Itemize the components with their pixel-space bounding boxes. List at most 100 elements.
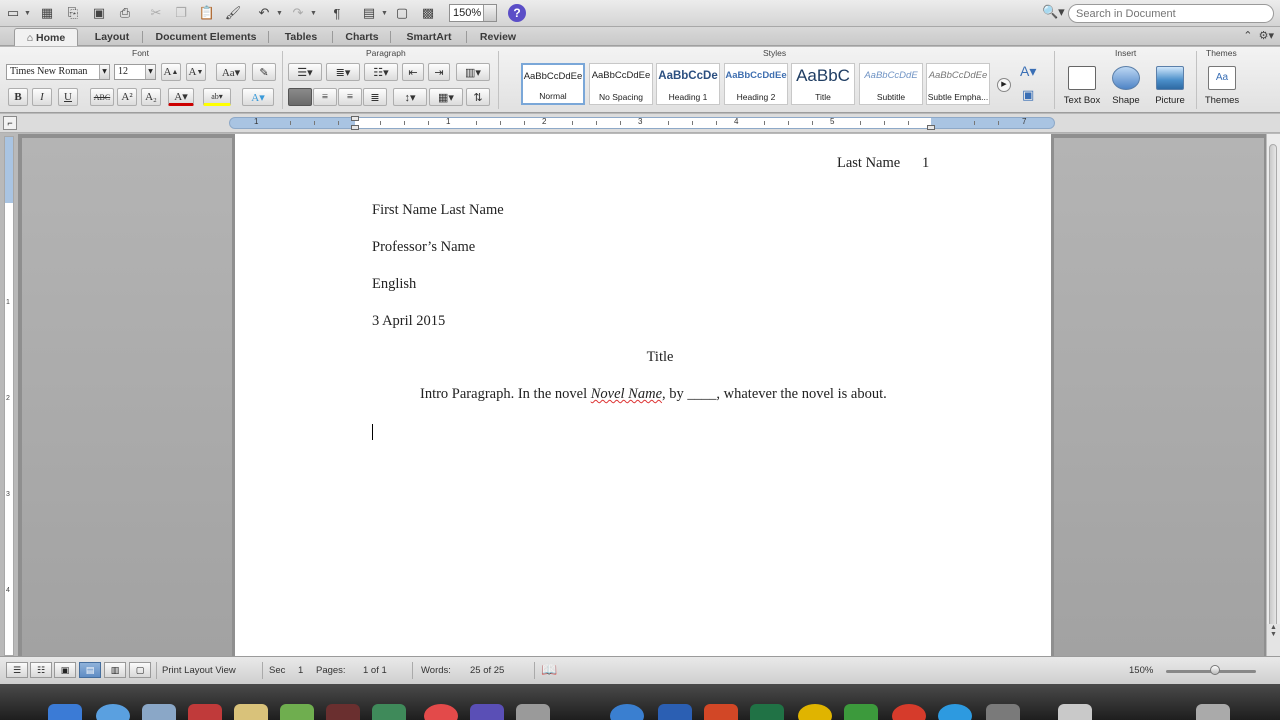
multilevel-list-button[interactable]: ☷▾ (364, 63, 398, 81)
sidebar-dropdown[interactable]: ▼ (381, 3, 389, 23)
launchpad-icon[interactable] (96, 704, 130, 720)
manage-styles-icon[interactable]: ▣ (1022, 87, 1034, 103)
tab-tables[interactable]: Tables (272, 28, 330, 46)
mail-icon[interactable] (142, 704, 176, 720)
scrollbar-thumb[interactable] (1269, 144, 1277, 644)
decrease-indent-button[interactable]: ⇤ (402, 63, 424, 81)
subscript-button[interactable]: A₂ (141, 88, 161, 106)
trash-icon[interactable] (1196, 704, 1230, 720)
styles-next-icon[interactable]: ▶ (997, 78, 1011, 92)
templates-icon[interactable]: ▦ (36, 3, 58, 23)
words-value[interactable]: 25 of 25 (470, 665, 504, 676)
imovie-icon[interactable] (470, 704, 504, 720)
insert-text-box-button[interactable]: Text Box (1060, 63, 1104, 109)
itunes-icon[interactable] (424, 704, 458, 720)
align-right-button[interactable]: ≡ (338, 88, 362, 106)
copy-icon[interactable]: ❐ (170, 3, 192, 23)
date-line[interactable]: 3 April 2015 (372, 313, 445, 330)
right-indent-marker[interactable] (927, 125, 935, 130)
new-document-dropdown[interactable]: ▼ (24, 3, 32, 23)
text-effects-button[interactable]: A▾ (242, 88, 274, 106)
word-icon[interactable] (658, 704, 692, 720)
notes-icon[interactable] (234, 704, 268, 720)
zoom-dropdown-icon[interactable] (483, 5, 496, 21)
publishing-view-button[interactable]: ▣ (54, 662, 76, 678)
italic-button[interactable]: I (32, 88, 52, 106)
chevron-down-icon[interactable]: ▼ (99, 65, 109, 79)
chevron-down-icon[interactable]: ▼ (145, 65, 155, 79)
clear-formatting-button[interactable]: ✎ (252, 63, 276, 81)
header-page-number[interactable]: 1 (922, 155, 929, 172)
notebook-view-button[interactable]: ▥ (104, 662, 126, 678)
bullets-button[interactable]: ☰▾ (288, 63, 322, 81)
sidebar-icon[interactable]: ▤ (358, 3, 380, 23)
essay-title[interactable]: Title (235, 349, 1051, 366)
draft-view-button[interactable]: ☰ (6, 662, 28, 678)
header-last-name[interactable]: Last Name (837, 155, 900, 172)
excel-icon[interactable] (750, 704, 784, 720)
themes-button[interactable]: Aa Themes (1199, 63, 1245, 109)
media-browser-icon[interactable]: ▩ (417, 3, 439, 23)
tab-selector-icon[interactable]: ⌐ (3, 116, 17, 130)
justify-button[interactable]: ≣ (363, 88, 387, 106)
redo-icon[interactable]: ↷ (287, 3, 309, 23)
outline-view-button[interactable]: ☷ (30, 662, 52, 678)
redo-dropdown[interactable]: ▼ (310, 3, 318, 23)
insert-shape-button[interactable]: Shape (1104, 63, 1148, 109)
focus-view-button[interactable]: ▢ (129, 662, 151, 678)
columns-button[interactable]: ▥▾ (456, 63, 490, 81)
calendar-icon[interactable] (188, 704, 222, 720)
grow-font-button[interactable]: A ▲ (161, 63, 181, 81)
tab-layout[interactable]: Layout (84, 28, 140, 46)
documents-folder-icon[interactable] (1058, 704, 1092, 720)
insert-picture-button[interactable]: Picture (1148, 63, 1192, 109)
increase-indent-button[interactable]: ⇥ (428, 63, 450, 81)
toolbox-icon[interactable]: ▢ (391, 3, 413, 23)
course-line[interactable]: English (372, 276, 416, 293)
style-subtle-emphasis[interactable]: AaBbCcDdEe Subtle Empha... (926, 63, 990, 105)
search-input[interactable] (1068, 4, 1274, 23)
print-layout-view-button[interactable]: ▤ (79, 662, 101, 678)
skype-icon[interactable] (938, 704, 972, 720)
tab-smartart[interactable]: SmartArt (396, 28, 462, 46)
maps-icon[interactable] (280, 704, 314, 720)
professor-name-line[interactable]: Professor’s Name (372, 239, 475, 256)
search-icon[interactable]: 🔍▾ (1042, 4, 1066, 23)
style-title[interactable]: AaBbC Title (791, 63, 855, 105)
photo-booth-icon[interactable] (326, 704, 360, 720)
paste-icon[interactable]: 📋 (196, 3, 218, 23)
app-icon[interactable] (986, 704, 1020, 720)
undo-dropdown[interactable]: ▼ (276, 3, 284, 23)
sort-button[interactable]: ⇅ (466, 88, 490, 106)
open-icon[interactable]: ⎘ (62, 3, 84, 23)
highlight-button[interactable]: ab▾ (203, 88, 231, 106)
change-case-button[interactable]: Aa▾ (216, 63, 246, 81)
app-icon[interactable] (844, 704, 878, 720)
show-formatting-icon[interactable]: ¶ (326, 3, 348, 23)
font-size-select[interactable]: 12 ▼ (114, 64, 156, 80)
author-name-line[interactable]: First Name Last Name (372, 202, 504, 219)
iphoto-icon[interactable] (372, 704, 406, 720)
text-styles-icon[interactable]: A▾ (1020, 63, 1036, 80)
finder-icon[interactable] (48, 704, 82, 720)
system-preferences-icon[interactable] (516, 704, 550, 720)
superscript-button[interactable]: A² (117, 88, 137, 106)
align-left-button[interactable] (288, 88, 312, 106)
style-subtitle[interactable]: AaBbCcDdE Subtitle (859, 63, 923, 105)
left-indent-marker[interactable] (351, 125, 359, 130)
ribbon-settings-icon[interactable]: ⚙▾ (1259, 30, 1274, 42)
intro-paragraph[interactable]: Intro Paragraph. In the novel Novel Name… (420, 386, 887, 403)
strikethrough-button[interactable]: ABC (90, 88, 114, 106)
bold-button[interactable]: B (8, 88, 28, 106)
document-page[interactable]: Last Name 1 First Name Last Name Profess… (235, 134, 1051, 656)
horizontal-ruler[interactable]: 1 1 2 3 4 5 7 (229, 116, 1055, 130)
style-heading-1[interactable]: AaBbCcDe Heading 1 (656, 63, 720, 105)
zoom-select[interactable]: 150% (449, 4, 497, 22)
zoom-slider-knob[interactable] (1210, 665, 1220, 675)
collapse-ribbon-icon[interactable]: ⌃ (1243, 30, 1252, 42)
app-store-icon[interactable] (610, 704, 644, 720)
tab-home[interactable]: ⌂ Home (14, 28, 78, 46)
align-center-button[interactable]: ≡ (313, 88, 337, 106)
format-painter-icon[interactable]: 🖌 (222, 3, 244, 23)
powerpoint-icon[interactable] (704, 704, 738, 720)
